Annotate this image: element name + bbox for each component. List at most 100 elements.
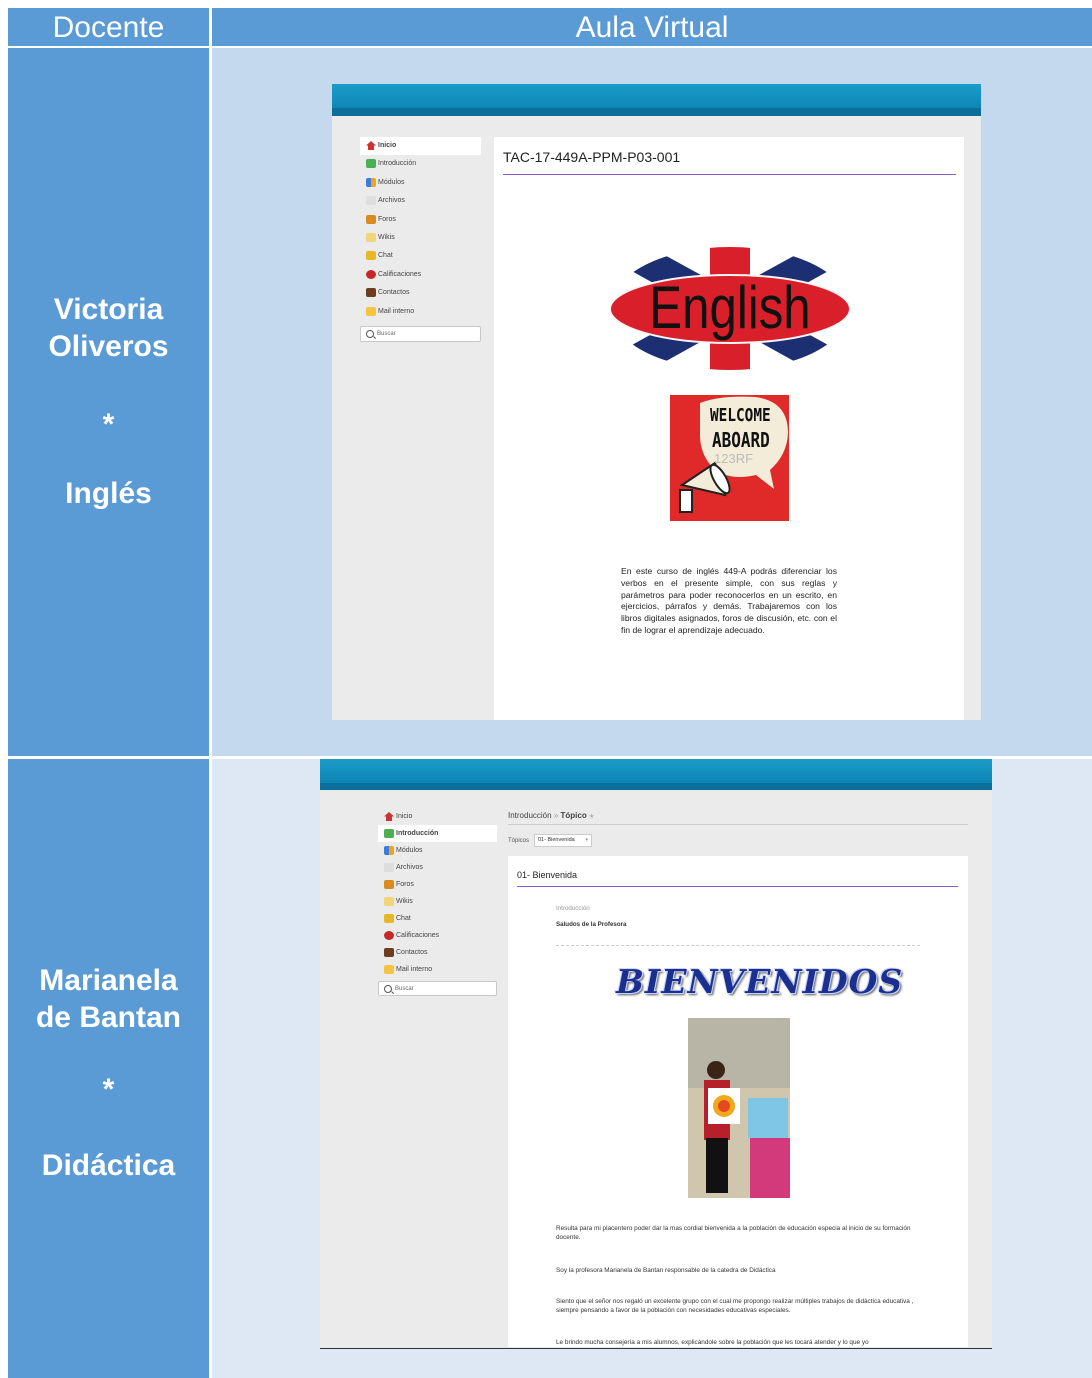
welcome-line2: ABOARD — [712, 428, 770, 452]
menu-item-modulos[interactable]: Módulos — [378, 842, 497, 859]
menu-label: Foros — [396, 881, 414, 888]
modules-icon — [384, 846, 394, 855]
menu-item-inicio[interactable]: Inicio — [378, 808, 497, 825]
menu-item-archivos[interactable]: Archivos — [378, 859, 497, 876]
menu-label: Wikis — [378, 233, 395, 241]
contacts-icon — [384, 948, 394, 957]
menu-label: Módulos — [378, 178, 405, 186]
home-icon — [366, 141, 376, 150]
menu-label: Inicio — [378, 142, 397, 149]
virtual-classroom-cell-2: Inicio Introducción Módulos Archivos For… — [212, 759, 1092, 1378]
intro-divider — [556, 945, 920, 946]
course-description: En este curso de inglés 449-A podrás dif… — [621, 566, 837, 635]
top-bar-shadow — [320, 783, 992, 790]
welcome-aboard-image: WELCOME ABOARD 123RF — [670, 395, 789, 521]
intro-label: Introducción — [556, 905, 590, 912]
teacher-name: Victoria Oliveros — [8, 291, 209, 365]
document-table: Docente Aula Virtual Victoria Oliveros *… — [8, 8, 1092, 1378]
grades-icon — [384, 931, 394, 940]
files-icon — [384, 863, 394, 872]
menu-item-contactos[interactable]: Contactos — [378, 944, 497, 961]
course-menu: Inicio Introducción Módulos Archivos For… — [378, 808, 497, 978]
paragraph-1: Resulta para mi placentero poder dar la … — [556, 1225, 911, 1241]
forums-icon — [384, 880, 394, 889]
star-icon[interactable]: ★ — [589, 814, 594, 820]
course-menu: Inicio Introducción Módulos Archivos For… — [360, 137, 481, 321]
teacher-cell-2: Marianela de Bantan * Didáctica — [8, 759, 209, 1378]
menu-item-mail[interactable]: Mail interno — [360, 303, 481, 321]
menu-item-foros[interactable]: Foros — [378, 876, 497, 893]
separator-star: * — [102, 1073, 115, 1106]
welcome-line1: WELCOME — [710, 405, 771, 426]
title-divider — [517, 886, 958, 887]
forums-icon — [366, 214, 376, 224]
menu-item-introduccion[interactable]: Introducción — [378, 825, 497, 842]
contacts-icon — [366, 288, 376, 298]
search-icon — [384, 985, 392, 993]
menu-item-chat[interactable]: Chat — [378, 910, 497, 927]
menu-label: Archivos — [396, 864, 423, 871]
topic-label: Tópicos — [508, 838, 530, 844]
teacher-name-line1: Victoria — [53, 293, 164, 326]
home-icon — [384, 812, 394, 821]
mail-icon — [366, 306, 376, 316]
top-bar-shadow — [332, 108, 981, 116]
search-icon — [366, 330, 374, 338]
menu-item-foros[interactable]: Foros — [360, 211, 481, 229]
classroom-screenshot-1: Inicio Introducción Módulos Archivos For… — [332, 84, 981, 720]
english-logo: English — [610, 247, 850, 370]
screenshot-bottom-border — [320, 1348, 992, 1349]
menu-item-chat[interactable]: Chat — [360, 247, 481, 265]
intro-icon — [366, 159, 376, 169]
breadcrumb-introduccion[interactable]: Introducción — [508, 811, 552, 820]
separator-star: * — [102, 408, 115, 441]
menu-label: Contactos — [378, 289, 410, 297]
modules-icon — [366, 177, 376, 187]
menu-item-archivos[interactable]: Archivos — [360, 192, 481, 210]
menu-label: Archivos — [378, 197, 405, 205]
menu-item-wikis[interactable]: Wikis — [360, 229, 481, 247]
menu-item-inicio[interactable]: Inicio — [360, 137, 481, 156]
logo-text: English — [649, 274, 811, 341]
menu-item-contactos[interactable]: Contactos — [360, 284, 481, 302]
menu-item-modulos[interactable]: Módulos — [360, 174, 481, 192]
menu-label: Chat — [396, 915, 411, 922]
search-input[interactable]: Buscar — [378, 981, 497, 996]
header-aula-virtual: Aula Virtual — [212, 8, 1092, 46]
menu-label: Foros — [378, 215, 396, 223]
menu-item-calificaciones[interactable]: Calificaciones — [360, 266, 481, 284]
photo-graphic — [688, 1018, 790, 1198]
menu-item-introduccion[interactable]: Introducción — [360, 155, 481, 173]
paragraph-3: Siento que el señor nos regaló un excele… — [556, 1298, 914, 1314]
files-icon — [366, 196, 376, 206]
virtual-classroom-cell-1: Inicio Introducción Módulos Archivos For… — [212, 48, 1092, 756]
menu-label: Contactos — [396, 949, 428, 956]
wikis-icon — [384, 897, 394, 906]
header-docente: Docente — [8, 8, 209, 46]
menu-label: Mail interno — [378, 307, 415, 315]
classroom-screenshot-2: Inicio Introducción Módulos Archivos For… — [320, 759, 992, 1347]
menu-label: Inicio — [396, 813, 413, 820]
teacher-photo — [688, 1018, 790, 1198]
topic-select[interactable]: 01- Bienvenida ▾ — [534, 834, 592, 847]
menu-item-mail[interactable]: Mail interno — [378, 961, 497, 978]
menu-label: Introducción — [396, 830, 439, 837]
menu-item-calificaciones[interactable]: Calificaciones — [378, 927, 497, 944]
section-title: 01- Bienvenida — [517, 870, 578, 880]
menu-label: Módulos — [396, 847, 423, 854]
menu-label: Wikis — [396, 898, 413, 905]
search-placeholder: Buscar — [377, 331, 396, 337]
search-input[interactable]: Buscar — [360, 326, 481, 342]
breadcrumb-separator: » — [553, 811, 559, 820]
chat-icon — [384, 914, 394, 923]
paragraph-4: Le brindo mucha consejería a mis alumnos… — [556, 1339, 869, 1346]
intro-heading: Saludos de la Profesora — [556, 921, 627, 928]
teacher-cell-1: Victoria Oliveros * Inglés — [8, 48, 209, 756]
menu-item-wikis[interactable]: Wikis — [378, 893, 497, 910]
teacher-name-line1: Marianela — [39, 964, 178, 997]
teacher-name-line2: de Bantan — [35, 1001, 182, 1034]
grades-icon — [366, 269, 376, 279]
breadcrumb-topico: Tópico — [560, 811, 587, 820]
teacher-subject: Inglés — [65, 477, 152, 510]
mail-icon — [384, 965, 394, 974]
